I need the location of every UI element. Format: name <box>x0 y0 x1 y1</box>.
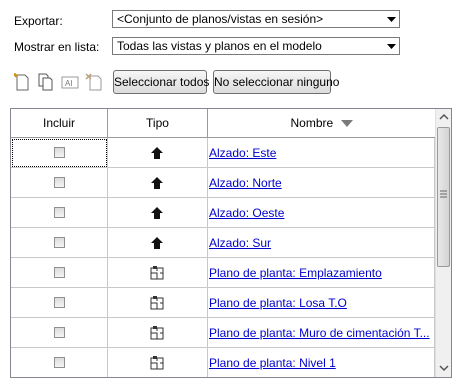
name-cell: Alzado: Norte <box>208 168 435 198</box>
column-header-name-label: Nombre <box>290 116 334 130</box>
include-cell[interactable] <box>11 318 108 348</box>
include-cell[interactable] <box>11 168 108 198</box>
type-cell <box>108 348 208 377</box>
table-row[interactable]: Plano de planta: Muro de cimentación T..… <box>11 318 435 348</box>
type-cell <box>108 168 208 198</box>
table-row[interactable]: Alzado: Sur <box>11 228 435 258</box>
elevation-view-icon <box>149 145 165 161</box>
export-label: Exportar: <box>14 14 63 28</box>
export-dropdown-value: <Conjunto de planos/vistas en sesión> <box>117 12 324 26</box>
view-name-link[interactable]: Alzado: Este <box>209 146 433 160</box>
grip-icon <box>440 190 447 198</box>
view-name-link[interactable]: Alzado: Sur <box>209 236 433 250</box>
name-cell: Plano de planta: Losa T.O <box>208 288 435 318</box>
view-name-link[interactable]: Plano de planta: Emplazamiento <box>209 266 433 280</box>
view-name-link[interactable]: Alzado: Norte <box>209 176 433 190</box>
include-cell[interactable] <box>11 228 108 258</box>
table-row[interactable]: Alzado: Este <box>11 138 435 168</box>
column-header-type[interactable]: Tipo <box>108 109 208 137</box>
include-checkbox[interactable] <box>54 327 65 338</box>
type-cell <box>108 258 208 288</box>
select-all-button[interactable]: Seleccionar todos <box>113 70 209 94</box>
table-row[interactable]: Plano de planta: Losa T.O <box>11 288 435 318</box>
include-checkbox[interactable] <box>54 177 65 188</box>
new-set-icon[interactable] <box>12 72 32 92</box>
type-cell <box>108 198 208 228</box>
sort-descending-icon <box>340 120 353 128</box>
name-cell: Plano de planta: Muro de cimentación T..… <box>208 318 435 348</box>
chevron-down-icon <box>383 38 399 54</box>
view-name-link[interactable]: Plano de planta: Muro de cimentación T..… <box>209 326 433 340</box>
vertical-scrollbar[interactable] <box>435 109 451 377</box>
type-cell <box>108 288 208 318</box>
chevron-down-icon <box>383 11 399 27</box>
scroll-down-icon[interactable] <box>437 363 451 373</box>
include-cell[interactable] <box>11 138 108 168</box>
include-checkbox[interactable] <box>54 357 65 368</box>
svg-text:AI: AI <box>65 79 73 88</box>
include-cell[interactable] <box>11 258 108 288</box>
floor-plan-view-icon <box>149 325 165 341</box>
include-checkbox[interactable] <box>54 237 65 248</box>
floor-plan-view-icon <box>149 265 165 281</box>
elevation-view-icon <box>149 175 165 191</box>
include-cell[interactable] <box>11 198 108 228</box>
name-cell: Plano de planta: Nivel 1 <box>208 348 435 377</box>
name-cell: Alzado: Este <box>208 138 435 168</box>
include-checkbox[interactable] <box>54 297 65 308</box>
show-list-dropdown[interactable]: Todas las vistas y planos en el modelo <box>112 37 400 55</box>
duplicate-icon[interactable] <box>36 72 56 92</box>
rename-icon[interactable]: AI <box>60 72 80 92</box>
column-header-name[interactable]: Nombre <box>208 109 435 137</box>
include-checkbox[interactable] <box>54 207 65 218</box>
floor-plan-view-icon <box>149 355 165 371</box>
view-name-link[interactable]: Plano de planta: Losa T.O <box>209 296 433 310</box>
column-header-include[interactable]: Incluir <box>11 109 108 137</box>
table-row[interactable]: Alzado: Norte <box>11 168 435 198</box>
elevation-view-icon <box>149 235 165 251</box>
export-dropdown[interactable]: <Conjunto de planos/vistas en sesión> <box>112 10 400 28</box>
include-checkbox[interactable] <box>54 267 65 278</box>
type-cell <box>108 228 208 258</box>
table-row[interactable]: Alzado: Oeste <box>11 198 435 228</box>
elevation-view-icon <box>149 205 165 221</box>
name-cell: Plano de planta: Emplazamiento <box>208 258 435 288</box>
floor-plan-view-icon <box>149 295 165 311</box>
select-none-button[interactable]: No seleccionar ninguno <box>213 70 339 94</box>
table-row[interactable]: Plano de planta: Emplazamiento <box>11 258 435 288</box>
show-list-label: Mostrar en lista: <box>14 40 100 54</box>
view-name-link[interactable]: Plano de planta: Nivel 1 <box>209 356 433 370</box>
scroll-up-icon[interactable] <box>437 112 451 122</box>
type-cell <box>108 318 208 348</box>
include-cell[interactable] <box>11 288 108 318</box>
table-header: Incluir Tipo Nombre <box>11 109 435 138</box>
table-row[interactable]: Plano de planta: Nivel 1 <box>11 348 435 377</box>
delete-icon[interactable] <box>84 72 104 92</box>
views-table: Incluir Tipo Nombre Alzado: Este Alzado: … <box>10 108 452 378</box>
name-cell: Alzado: Oeste <box>208 198 435 228</box>
include-cell[interactable] <box>11 348 108 377</box>
show-list-dropdown-value: Todas las vistas y planos en el modelo <box>117 39 322 53</box>
include-checkbox[interactable] <box>54 147 65 158</box>
view-name-link[interactable]: Alzado: Oeste <box>209 206 433 220</box>
name-cell: Alzado: Sur <box>208 228 435 258</box>
type-cell <box>108 138 208 168</box>
scrollbar-thumb[interactable] <box>437 127 450 267</box>
